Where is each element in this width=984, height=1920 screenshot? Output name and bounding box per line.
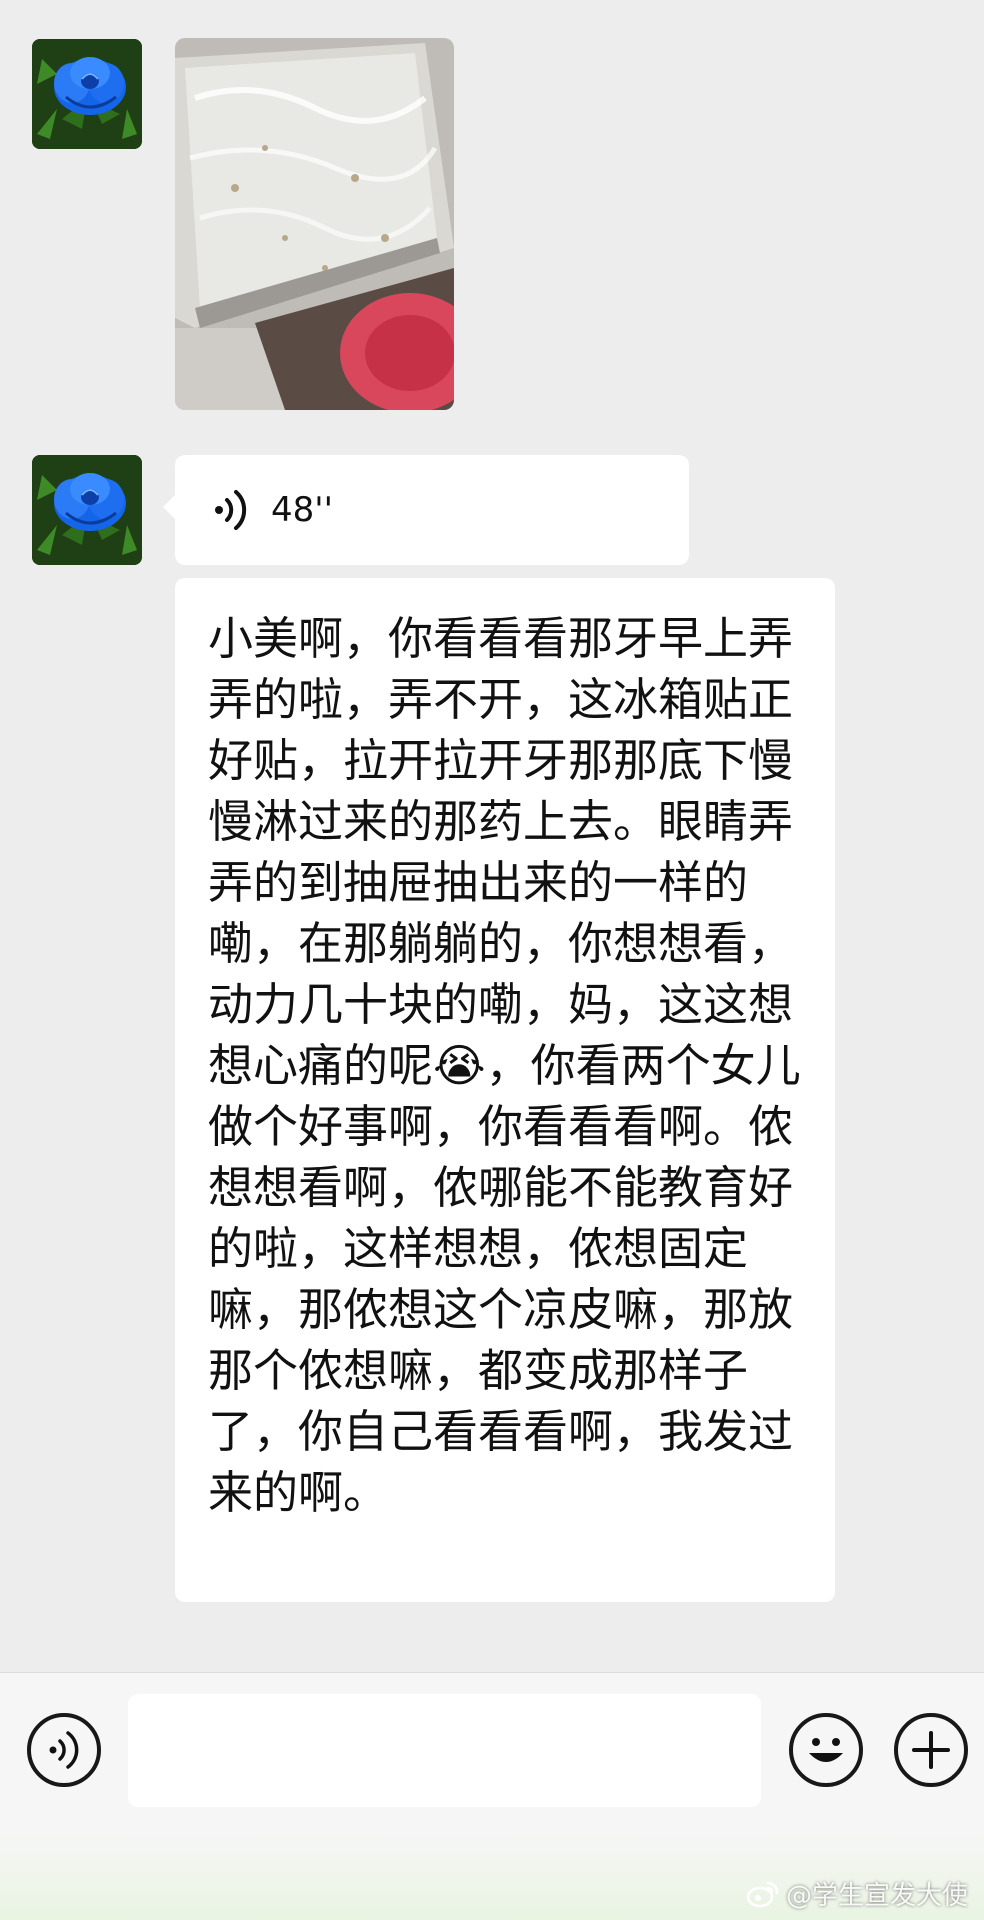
smiley-icon: [809, 1738, 843, 1762]
photo-message[interactable]: [175, 38, 454, 410]
text-message-bubble[interactable]: 小美啊，你看看看那牙早上弄弄的啦，弄不开，这冰箱贴正好贴，拉开拉开牙那那底下慢慢…: [175, 578, 835, 1602]
voice-message-bubble[interactable]: 48'': [163, 455, 689, 565]
weibo-icon: [746, 1881, 779, 1907]
message-input[interactable]: [128, 1694, 761, 1807]
voice-input-icon: [49, 1731, 79, 1769]
chat-message-area[interactable]: 48'' 小美啊，你看看看那牙早上弄弄的啦，弄不开，这冰箱贴正好贴，拉开拉开牙那…: [0, 0, 984, 1672]
sender-avatar[interactable]: [32, 455, 142, 565]
watermark: @学生宣发大使: [746, 1875, 968, 1912]
blue-rose-avatar-icon: [32, 455, 142, 565]
plus-icon: [912, 1731, 950, 1769]
emoji-button[interactable]: [789, 1713, 863, 1787]
watermark-text: @学生宣发大使: [785, 1881, 968, 1911]
voice-wave-icon: [215, 490, 247, 530]
blue-rose-avatar-icon: [32, 39, 142, 149]
food-container-photo-icon: [175, 38, 454, 410]
message-text: 小美啊，你看看看那牙早上弄弄的啦，弄不开，这冰箱贴正好贴，拉开拉开牙那那底下慢慢…: [208, 612, 801, 1519]
voice-input-button[interactable]: [27, 1713, 101, 1787]
sender-avatar[interactable]: [32, 39, 142, 149]
more-button[interactable]: [894, 1713, 968, 1787]
chat-input-bar: @学生宣发大使: [0, 1672, 984, 1920]
voice-duration: 48'': [271, 490, 333, 530]
